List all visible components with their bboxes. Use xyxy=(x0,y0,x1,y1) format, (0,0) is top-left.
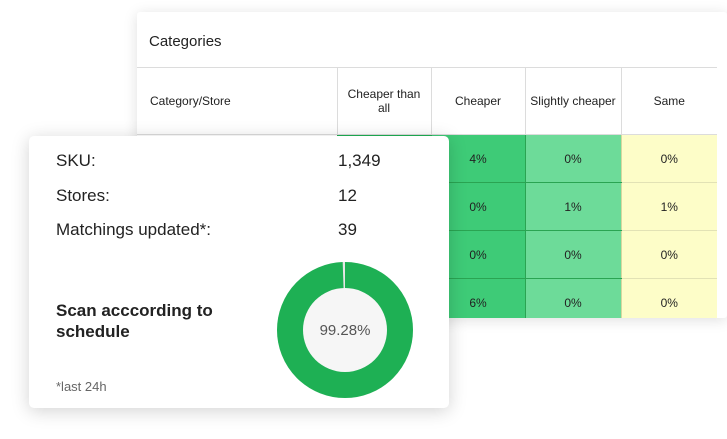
stores-label: Stores: xyxy=(56,186,110,205)
matchings-updated-value: 39 xyxy=(338,220,357,239)
slightly-cheaper-cell: 1% xyxy=(524,182,621,231)
sku-value: 1,349 xyxy=(338,151,381,170)
same-cell: 0% xyxy=(620,230,717,279)
column-header-cheaper[interactable]: Cheaper xyxy=(430,67,525,135)
scan-progress-donut: 99.28% xyxy=(277,262,413,398)
scan-schedule-title: Scan acccording to schedule xyxy=(56,301,213,341)
slightly-cheaper-cell: 0% xyxy=(524,134,621,183)
slightly-cheaper-cell: 0% xyxy=(524,230,621,279)
summary-card: SKU: 1,349 Stores: 12 Matchings updated*… xyxy=(29,136,449,408)
column-header-same[interactable]: Same xyxy=(620,67,717,135)
stores-value: 12 xyxy=(338,186,357,205)
same-cell: 1% xyxy=(620,182,717,231)
same-cell: 0% xyxy=(620,134,717,183)
slightly-cheaper-cell: 0% xyxy=(524,278,621,318)
table-header-row: Category/Store Cheaper than all Cheaper … xyxy=(137,67,717,135)
column-header-category-store[interactable]: Category/Store xyxy=(137,67,337,135)
sku-label: SKU: xyxy=(56,151,96,170)
matchings-updated-label: Matchings updated*: xyxy=(56,220,211,239)
categories-title: Categories xyxy=(149,33,222,50)
donut-percent-label: 99.28% xyxy=(320,322,371,339)
column-header-cheaper-than-all[interactable]: Cheaper than all xyxy=(336,67,431,135)
footnote: *last 24h xyxy=(56,379,107,394)
column-header-slightly-cheaper[interactable]: Slightly cheaper xyxy=(524,67,621,135)
same-cell: 0% xyxy=(620,278,717,318)
